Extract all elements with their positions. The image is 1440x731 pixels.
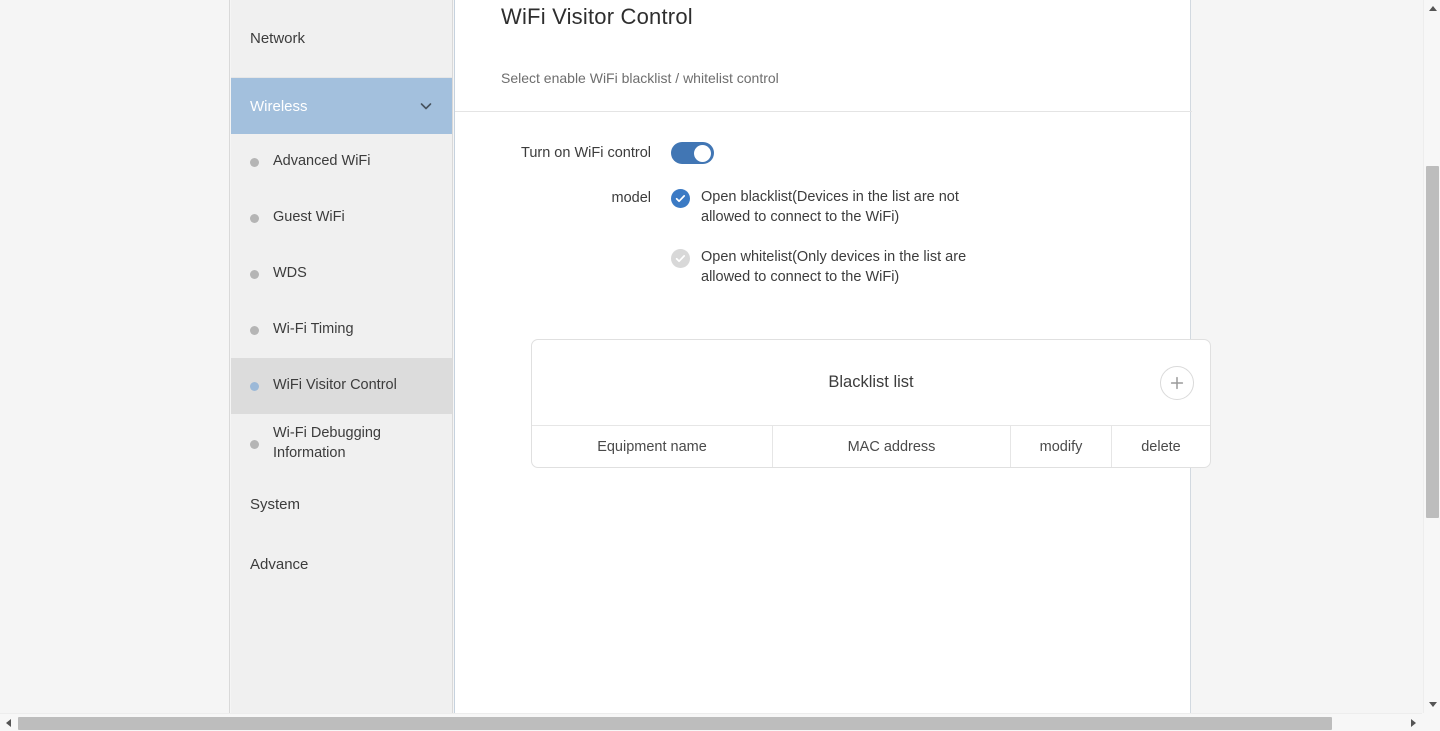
sidebar-item-network[interactable]: Network (231, 0, 452, 78)
sidebar-item-label: Wi-Fi Timing (273, 321, 354, 338)
scroll-right-button[interactable] (1405, 714, 1422, 731)
sidebar-item-label: Network (250, 30, 306, 47)
scrollbar-corner (1422, 713, 1440, 731)
horizontal-scrollbar[interactable] (0, 713, 1440, 731)
main-content: WiFi Visitor Control Select enable WiFi … (454, 0, 1211, 713)
sidebar-item-wifi-timing[interactable]: Wi-Fi Timing (231, 302, 452, 358)
table-column-header-mac-address: MAC address (772, 426, 1010, 467)
scroll-down-button[interactable] (1424, 696, 1440, 713)
bullet-icon (250, 325, 259, 335)
model-label: model (611, 190, 652, 206)
page-title: WiFi Visitor Control (501, 4, 693, 29)
triangle-up-icon (1428, 6, 1437, 11)
blacklist-card-header: Blacklist list (532, 340, 1210, 425)
sidebar-item-wifi-visitor-control[interactable]: WiFi Visitor Control (231, 358, 452, 414)
sidebar-item-label: Advanced WiFi (273, 153, 371, 170)
sidebar-item-advanced-wifi[interactable]: Advanced WiFi (231, 134, 452, 190)
sidebar-item-system[interactable]: System (231, 474, 452, 534)
blacklist-card: Blacklist list Equipment name MAC addres… (531, 339, 1211, 468)
sidebar-item-label: WDS (273, 265, 307, 282)
radio-option-label: Open blacklist(Devices in the list are n… (701, 189, 959, 225)
bullet-icon (250, 381, 259, 391)
wifi-control-toggle-row: Turn on WiFi control (501, 142, 1190, 169)
browser-viewport: Network Wireless Advanced WiFi Guest WiF… (0, 0, 1440, 731)
model-row: model Open blacklist(Devices in the list… (501, 187, 1190, 305)
sidebar-item-label: Advance (250, 555, 309, 573)
bullet-icon (250, 157, 259, 167)
sidebar-item-wds[interactable]: WDS (231, 246, 452, 302)
settings-form: Turn on WiFi control model Open blacklis… (455, 112, 1211, 468)
vertical-scrollbar[interactable] (1423, 0, 1440, 713)
triangle-right-icon (1411, 719, 1416, 727)
model-option-list: Open blacklist(Devices in the list are n… (671, 187, 1190, 287)
sidebar-item-label: System (250, 495, 301, 513)
wifi-control-label: Turn on WiFi control (521, 145, 651, 161)
wifi-control-toggle[interactable] (671, 142, 714, 164)
vertical-scrollbar-thumb[interactable] (1426, 166, 1439, 518)
check-circle-icon (671, 249, 690, 268)
sidebar-item-label: Guest WiFi (273, 209, 345, 226)
toggle-knob (694, 144, 711, 162)
sidebar-nav: Network Wireless Advanced WiFi Guest WiF… (231, 0, 453, 713)
triangle-left-icon (6, 719, 11, 727)
sidebar-item-label: Wi-Fi Debugging Information (273, 425, 381, 461)
blacklist-card-title: Blacklist list (828, 373, 914, 391)
sidebar-item-label: WiFi Visitor Control (273, 377, 397, 394)
bullet-icon (250, 439, 259, 449)
sidebar-group-label: Wireless (250, 97, 308, 115)
radio-option-whitelist[interactable]: Open whitelist(Only devices in the list … (671, 247, 1190, 287)
scroll-left-button[interactable] (0, 714, 17, 731)
add-entry-button[interactable] (1160, 365, 1194, 400)
sidebar-item-guest-wifi[interactable]: Guest WiFi (231, 190, 452, 246)
radio-option-label: Open whitelist(Only devices in the list … (701, 249, 967, 285)
blacklist-table-header-row: Equipment name MAC address modify delete (532, 425, 1210, 467)
left-gutter (0, 0, 230, 713)
sidebar-item-advance[interactable]: Advance (231, 534, 452, 594)
sidebar-item-wifi-debugging-information[interactable]: Wi-Fi Debugging Information (231, 414, 452, 474)
chevron-down-icon (419, 99, 433, 113)
bullet-icon (250, 269, 259, 279)
triangle-down-icon (1428, 702, 1437, 707)
page-subtitle: Select enable WiFi blacklist / whitelist… (501, 70, 779, 86)
check-circle-icon (671, 189, 690, 208)
horizontal-scrollbar-thumb[interactable] (18, 717, 1332, 730)
bullet-icon (250, 213, 259, 223)
table-column-header-delete: delete (1111, 426, 1210, 467)
radio-option-blacklist[interactable]: Open blacklist(Devices in the list are n… (671, 187, 1190, 227)
table-column-header-modify: modify (1010, 426, 1111, 467)
scroll-up-button[interactable] (1424, 0, 1440, 17)
sidebar-group-wireless[interactable]: Wireless (231, 78, 452, 134)
page-header: WiFi Visitor Control Select enable WiFi … (455, 0, 1192, 112)
table-column-header-equipment-name: Equipment name (597, 438, 707, 455)
plus-icon (1168, 374, 1186, 392)
